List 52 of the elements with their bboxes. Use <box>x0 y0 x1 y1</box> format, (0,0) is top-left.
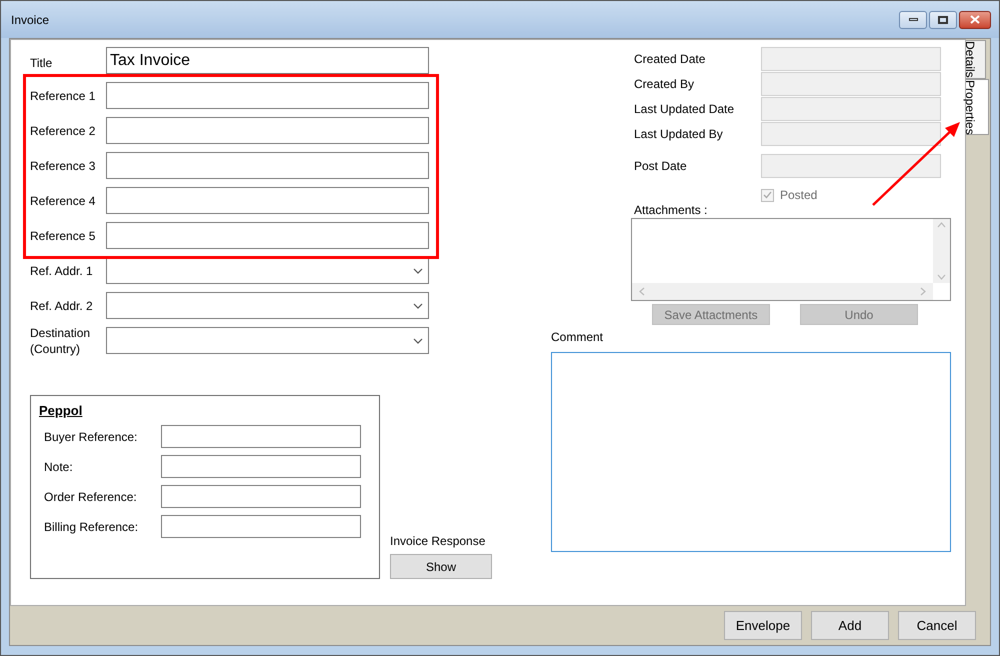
field-label: Ref. Addr. 1 <box>30 262 94 278</box>
chevron-down-icon <box>413 302 423 308</box>
field-label: Created By <box>634 76 696 92</box>
peppol-field[interactable] <box>161 425 361 448</box>
dropdown-field[interactable] <box>106 327 429 354</box>
reference-field[interactable] <box>106 152 429 179</box>
field-label: Reference 1 <box>30 88 96 104</box>
field-label: Buyer Reference: <box>44 428 138 445</box>
group-title: Peppol <box>39 402 84 420</box>
reference-field[interactable] <box>106 82 429 109</box>
field-label: Ref. Addr. 2 <box>30 298 94 314</box>
invoice-response-label: Invoice Response <box>390 533 486 549</box>
reference-field[interactable] <box>106 222 429 249</box>
field-label: Created Date <box>634 51 706 67</box>
peppol-field[interactable] <box>161 455 361 478</box>
dropdown-field[interactable] <box>106 257 429 284</box>
footer-button[interactable]: Cancel <box>898 611 976 640</box>
field-label: Billing Reference: <box>44 518 140 535</box>
reference-field[interactable] <box>106 187 429 214</box>
reference-field[interactable] <box>106 117 429 144</box>
field-label: Reference 4 <box>30 192 96 208</box>
field-label: Order Reference: <box>44 488 138 505</box>
field-label: Reference 2 <box>30 122 96 138</box>
field-label: Post Date <box>634 158 688 174</box>
footer-button[interactable]: Add <box>811 611 889 640</box>
field-label: Title <box>30 54 54 70</box>
field-label: Last Updated By <box>634 126 724 142</box>
comment-field[interactable] <box>551 352 951 552</box>
field-label: Reference 5 <box>30 228 96 244</box>
field-label: Last Updated Date <box>634 101 736 117</box>
close-button[interactable] <box>959 10 991 28</box>
side-tab[interactable]: Details <box>966 40 986 79</box>
field-label: Destination (Country) <box>30 324 92 356</box>
chevron-down-icon <box>413 268 423 274</box>
checkmark-icon <box>763 191 772 199</box>
chevron-down-icon <box>413 338 423 344</box>
footer-button[interactable]: Envelope <box>724 611 802 640</box>
peppol-field[interactable] <box>161 515 361 538</box>
title-field[interactable]: Tax Invoice <box>106 47 429 74</box>
attachments-label: Attachments : <box>634 203 708 217</box>
peppol-field[interactable] <box>161 485 361 508</box>
field-label: Reference 3 <box>30 158 96 174</box>
show-button[interactable]: Show <box>390 554 492 579</box>
close-icon <box>970 15 980 24</box>
checkbox-label: Posted <box>780 187 818 203</box>
side-tab[interactable]: Properties <box>966 78 989 136</box>
maximize-button[interactable] <box>929 10 957 28</box>
window-title: Invoice <box>11 12 50 28</box>
dropdown-field[interactable] <box>106 292 429 319</box>
field-label: Note: <box>44 458 74 475</box>
comment-label: Comment <box>551 329 604 345</box>
minimize-button[interactable] <box>899 10 927 28</box>
